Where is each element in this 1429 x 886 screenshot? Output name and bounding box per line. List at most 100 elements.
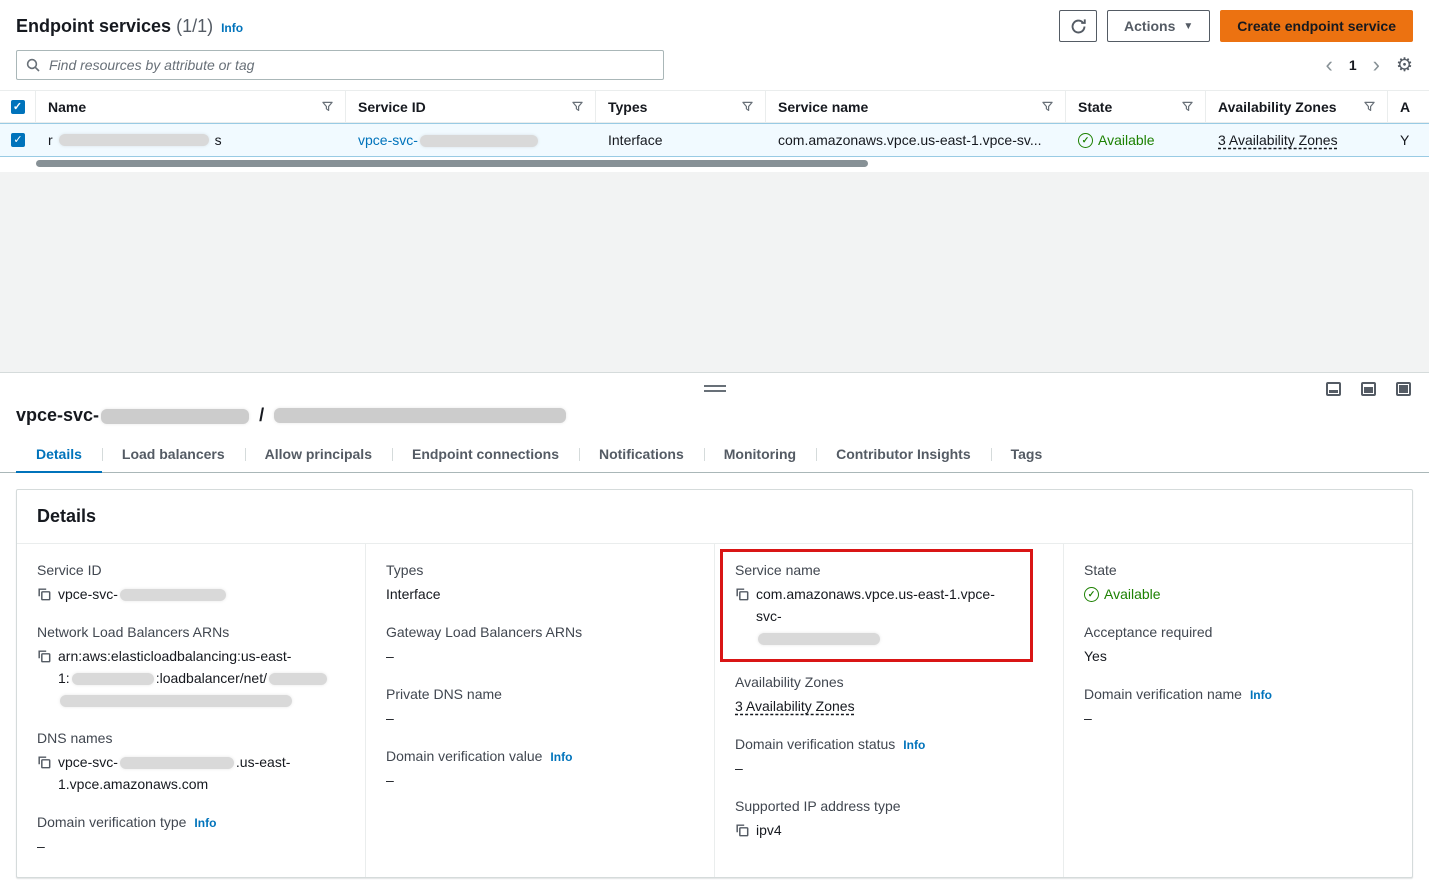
- copy-icon[interactable]: [37, 587, 51, 601]
- resource-list-panel: Endpoint services (1/1) Info Actions ▼ C…: [0, 0, 1429, 172]
- prev-page-button[interactable]: ‹: [1326, 54, 1333, 76]
- status-badge: ✓ Available: [1084, 583, 1392, 605]
- info-link[interactable]: Info: [550, 750, 572, 764]
- select-all-checkbox[interactable]: ✓: [11, 100, 25, 114]
- service-id-link[interactable]: vpce-svc-: [358, 132, 540, 148]
- current-page[interactable]: 1: [1349, 57, 1357, 73]
- table-row[interactable]: ✓ rs vpce-svc- Interface com.amazonaws.v…: [0, 123, 1429, 157]
- tab-load-balancers[interactable]: Load balancers: [102, 438, 245, 473]
- next-page-button[interactable]: ›: [1373, 54, 1380, 76]
- info-link[interactable]: Info: [194, 816, 216, 830]
- availability-zones-link[interactable]: 3 Availability Zones: [1218, 132, 1338, 148]
- field-domain-verification-value: Domain verification value Info –: [386, 748, 694, 791]
- details-column-3: Service name com.amazonaws.vpce.us-east-…: [714, 544, 1063, 877]
- field-service-name: Service name com.amazonaws.vpce.us-east-…: [735, 562, 1018, 649]
- redacted-text: [120, 757, 234, 769]
- search-input[interactable]: [16, 50, 664, 80]
- endpoint-services-table: ✓ Name Service ID Types Service name Sta…: [0, 90, 1429, 169]
- column-header-service-name[interactable]: Service name: [766, 91, 1066, 122]
- row-checkbox[interactable]: ✓: [11, 133, 25, 147]
- field-state: State ✓ Available: [1084, 562, 1392, 605]
- field-network-load-balancers-arns: Network Load Balancers ARNs arn:aws:elas…: [37, 624, 345, 711]
- caret-down-icon: ▼: [1183, 21, 1193, 32]
- redacted-text: [60, 695, 292, 707]
- tab-endpoint-connections[interactable]: Endpoint connections: [392, 438, 579, 473]
- tab-monitoring[interactable]: Monitoring: [704, 438, 816, 473]
- background-gap: [0, 172, 1429, 372]
- filter-icon[interactable]: [322, 101, 333, 112]
- info-link[interactable]: Info: [903, 738, 925, 752]
- details-column-1: Service ID vpce-svc- Network Load Balanc…: [17, 544, 365, 877]
- field-service-id: Service ID vpce-svc-: [37, 562, 345, 605]
- split-panel-header: [0, 373, 1429, 403]
- scrollbar-thumb[interactable]: [36, 160, 868, 167]
- cell-acceptance: Y: [1388, 124, 1429, 156]
- filter-icon[interactable]: [742, 101, 753, 112]
- field-domain-verification-type: Domain verification type Info –: [37, 814, 345, 857]
- cell-types: Interface: [596, 124, 766, 156]
- filter-icon[interactable]: [572, 101, 583, 112]
- tab-allow-principals[interactable]: Allow principals: [245, 438, 392, 473]
- page-title: Endpoint services (1/1): [16, 16, 213, 37]
- copy-icon[interactable]: [735, 587, 749, 601]
- tab-details[interactable]: Details: [16, 438, 102, 473]
- create-endpoint-service-button[interactable]: Create endpoint service: [1220, 10, 1413, 42]
- resource-count: (1/1): [176, 16, 213, 36]
- redacted-text: [269, 673, 327, 685]
- field-gateway-load-balancers-arns: Gateway Load Balancers ARNs –: [386, 624, 694, 667]
- column-header-availability-zones[interactable]: Availability Zones: [1206, 91, 1388, 122]
- page-toolbar: Endpoint services (1/1) Info Actions ▼ C…: [0, 0, 1429, 46]
- column-header-name[interactable]: Name: [36, 91, 346, 122]
- copy-icon[interactable]: [37, 755, 51, 769]
- refresh-button[interactable]: [1059, 10, 1097, 42]
- field-supported-ip-address-type: Supported IP address type ipv4: [735, 798, 1043, 841]
- column-header-state[interactable]: State: [1066, 91, 1206, 122]
- info-link[interactable]: Info: [1250, 688, 1272, 702]
- redacted-text: [758, 633, 880, 645]
- cell-service-name: com.amazonaws.vpce.us-east-1.vpce-sv...: [766, 124, 1066, 156]
- column-header-types[interactable]: Types: [596, 91, 766, 122]
- field-availability-zones: Availability Zones 3 Availability Zones: [735, 674, 1043, 717]
- tab-contributor-insights[interactable]: Contributor Insights: [816, 438, 991, 473]
- copy-icon[interactable]: [37, 649, 51, 663]
- details-column-4: State ✓ Available Acceptance required Ye…: [1063, 544, 1412, 877]
- filter-icon[interactable]: [1364, 101, 1375, 112]
- cell-name: rs: [36, 124, 346, 156]
- search-icon: [26, 58, 40, 72]
- field-acceptance-required: Acceptance required Yes: [1084, 624, 1392, 667]
- layout-fullscreen-icon[interactable]: [1396, 382, 1411, 396]
- detail-title: vpce-svc- /: [0, 403, 1429, 438]
- tab-tags[interactable]: Tags: [991, 438, 1063, 473]
- actions-button[interactable]: Actions ▼: [1107, 10, 1210, 42]
- filter-icon[interactable]: [1182, 101, 1193, 112]
- column-header-service-id[interactable]: Service ID: [346, 91, 596, 122]
- availability-zones-link[interactable]: 3 Availability Zones: [735, 698, 855, 714]
- layout-bottom-panel-icon[interactable]: [1326, 382, 1341, 396]
- filter-row: ‹ 1 › ⚙: [0, 46, 1429, 90]
- card-title: Details: [17, 490, 1412, 544]
- redacted-text: [72, 673, 154, 685]
- filter-icon[interactable]: [1042, 101, 1053, 112]
- split-panel: vpce-svc- / Details Load balancers Allow…: [0, 372, 1429, 886]
- column-header-acceptance[interactable]: A: [1388, 91, 1429, 122]
- horizontal-scrollbar[interactable]: [0, 159, 1429, 169]
- field-types: Types Interface: [386, 562, 694, 605]
- redacted-text: [120, 589, 226, 601]
- redacted-text: [274, 408, 566, 423]
- layout-side-panel-icon[interactable]: [1361, 382, 1376, 396]
- service-name-highlight-box: Service name com.amazonaws.vpce.us-east-…: [720, 549, 1033, 662]
- panel-drag-handle[interactable]: [704, 385, 726, 392]
- check-circle-icon: ✓: [1084, 587, 1099, 602]
- field-private-dns-name: Private DNS name –: [386, 686, 694, 729]
- settings-gear-icon[interactable]: ⚙: [1396, 54, 1413, 77]
- redacted-text: [420, 135, 538, 147]
- search-box: [16, 50, 664, 80]
- field-domain-verification-status: Domain verification status Info –: [735, 736, 1043, 779]
- copy-icon[interactable]: [735, 823, 749, 837]
- info-link[interactable]: Info: [221, 21, 243, 35]
- field-domain-verification-name: Domain verification name Info –: [1084, 686, 1392, 729]
- tab-notifications[interactable]: Notifications: [579, 438, 704, 473]
- details-column-2: Types Interface Gateway Load Balancers A…: [365, 544, 714, 877]
- detail-tabs: Details Load balancers Allow principals …: [0, 438, 1429, 473]
- table-header-row: ✓ Name Service ID Types Service name Sta…: [0, 90, 1429, 123]
